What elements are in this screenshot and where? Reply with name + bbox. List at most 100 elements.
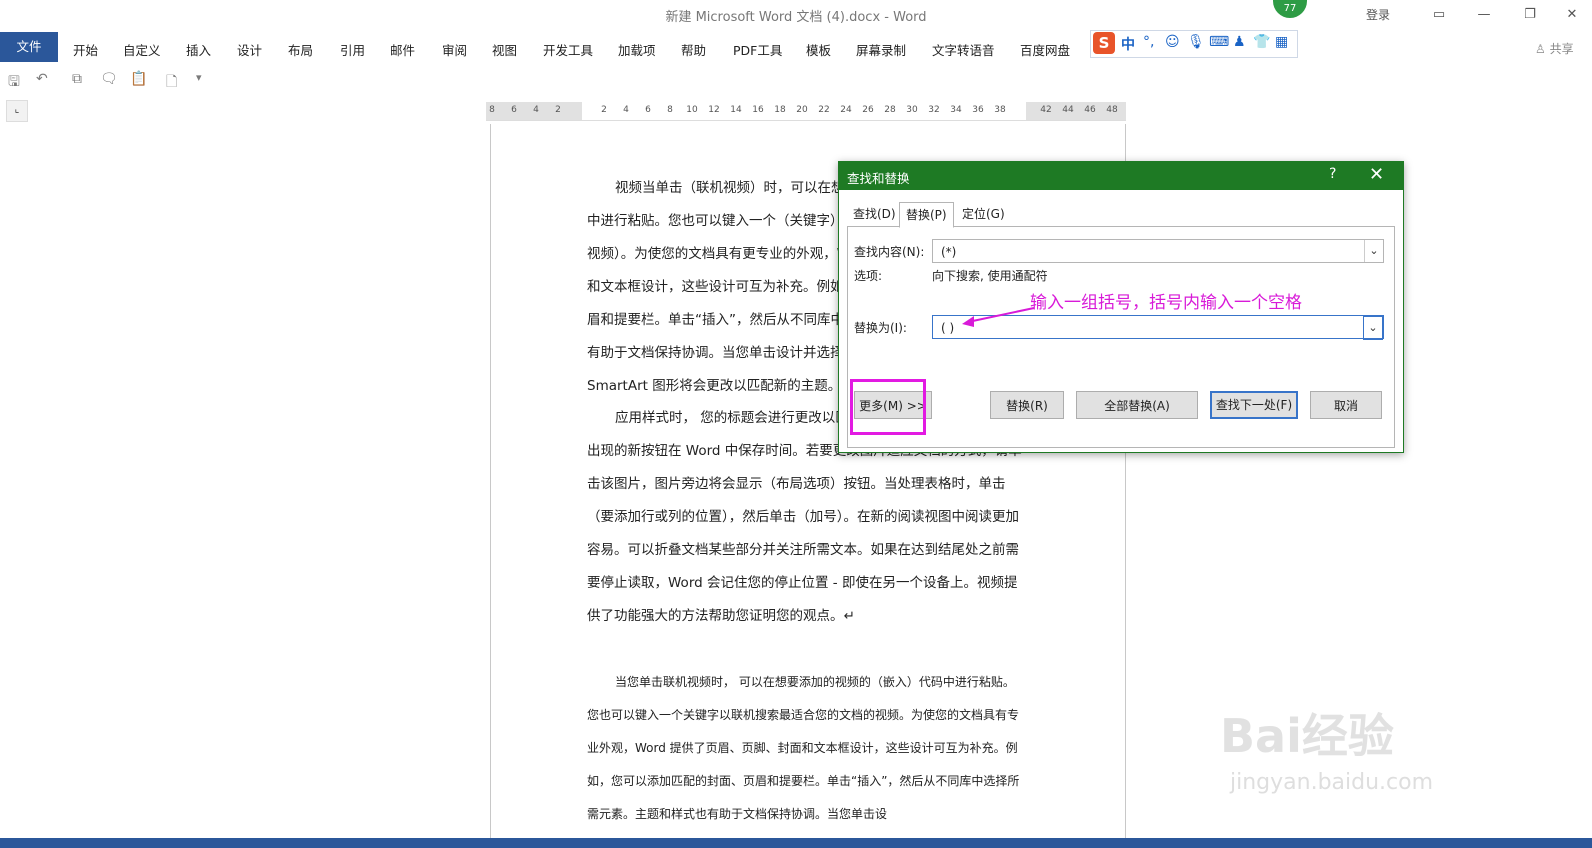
replace-with-label: 替换为(I): (854, 321, 907, 335)
title-bar: 新建 Microsoft Word 文档 (4).docx - Word 77 … (0, 0, 1592, 30)
tab-screen-record[interactable]: 屏幕录制 (856, 40, 906, 59)
ime-toolbar: S 中 °, ☺ 🎙 ⌨ ♟ 👕 ▦ (1090, 30, 1298, 58)
quick-access-toolbar: 🖫 ↶ ⧉ 🗨 📋 🗋 ▾ (0, 68, 260, 92)
ruler-tick-label: 24 (840, 105, 852, 115)
ruler-tick-label: 16 (752, 105, 764, 115)
tab-review[interactable]: 审阅 (442, 40, 467, 59)
ruler-tick-label: 8 (489, 105, 495, 115)
emoji-icon[interactable]: ☺ (1165, 34, 1180, 50)
copy-format-icon[interactable]: ⧉ (72, 71, 82, 87)
ruler-tick-label: 10 (686, 105, 698, 115)
ruler-tick-label: 46 (1084, 105, 1096, 115)
customize-qat-icon[interactable]: ▾ (196, 71, 202, 84)
tab-layout[interactable]: 布局 (288, 40, 313, 59)
options-value: 向下搜索, 使用通配符 (932, 269, 1048, 283)
tab-insert[interactable]: 插入 (186, 40, 211, 59)
grid-menu-icon[interactable]: ▦ (1275, 34, 1288, 50)
chevron-down-icon[interactable]: ⌄ (1363, 316, 1383, 340)
skin-shirt-icon[interactable]: 👕 (1253, 34, 1270, 50)
replace-button[interactable]: 替换(R) (990, 391, 1064, 419)
window-title: 新建 Microsoft Word 文档 (4).docx - Word (665, 10, 927, 25)
tab-custom[interactable]: 自定义 (123, 40, 161, 59)
ruler-tick-label: 2 (555, 105, 561, 115)
find-next-button[interactable]: 查找下一处(F) (1210, 391, 1298, 419)
ruler-tick-label: 4 (533, 105, 539, 115)
replace-all-button[interactable]: 全部替换(A) (1076, 391, 1198, 419)
ruler-tick-label: 14 (730, 105, 742, 115)
find-what-value: (*) (941, 245, 957, 259)
instruction-annotation: 输入一组括号，括号内输入一个空格 (1030, 293, 1302, 313)
annotation-arrow-icon (962, 307, 1035, 327)
tab-help[interactable]: 帮助 (681, 40, 706, 59)
paste-icon[interactable]: 📋 (130, 71, 147, 87)
ruler-tick-label: 22 (818, 105, 830, 115)
tab-mailings[interactable]: 邮件 (390, 40, 415, 59)
ruler-tick-label: 6 (511, 105, 517, 115)
restore-button[interactable]: ❐ (1510, 4, 1550, 26)
ribbon-display-button[interactable]: ▭ (1419, 4, 1459, 26)
tab-text-to-speech[interactable]: 文字转语音 (932, 40, 995, 59)
help-button[interactable]: ? (1329, 166, 1336, 182)
horizontal-ruler[interactable]: 8 6 4 2 2 4 6 8 10 12 14 16 18 20 22 24 … (486, 102, 1126, 121)
tab-templates[interactable]: 模板 (806, 40, 831, 59)
tab-developer[interactable]: 开发工具 (543, 40, 593, 59)
baidu-watermark-logo: Bai经验 (1220, 709, 1394, 763)
tab-file[interactable]: 文件 (0, 32, 58, 62)
tab-home[interactable]: 开始 (73, 40, 98, 59)
save-icon[interactable]: 🖫 (8, 71, 20, 95)
ruler-tick-label: 8 (667, 105, 673, 115)
comment-icon[interactable]: 🗨 (100, 71, 118, 87)
ruler-tick-label: 34 (950, 105, 962, 115)
ruler-tick-label: 2 (601, 105, 607, 115)
ruler-tick-label: 30 (906, 105, 918, 115)
ruler-tick-label: 26 (862, 105, 874, 115)
ime-punct-toggle[interactable]: °, (1143, 34, 1154, 50)
close-window-button[interactable]: ✕ (1552, 4, 1592, 26)
undo-icon[interactable]: ↶ (36, 71, 48, 87)
new-page-icon[interactable]: 🗋 (166, 71, 177, 95)
cancel-button[interactable]: 取消 (1310, 391, 1382, 419)
share-label: 共享 (1549, 42, 1574, 56)
document-paragraph[interactable]: 当您单击联机视频时， 可以在想要添加的视频的（嵌入）代码中进行粘贴。您也可以键入… (587, 666, 1025, 831)
ruler-tick-label: 36 (972, 105, 984, 115)
baidu-watermark-url: jingyan.baidu.com (1230, 770, 1434, 795)
tab-design[interactable]: 设计 (237, 40, 262, 59)
replace-tab-panel: 查找内容(N): (*) ⌄ 选项: 向下搜索, 使用通配符 替换为(I): (… (847, 226, 1395, 448)
signin-button[interactable]: 登录 (1358, 4, 1398, 26)
dialog-title-bar[interactable]: 查找和替换 ? ✕ (839, 162, 1403, 190)
ruler-tick-label: 18 (774, 105, 786, 115)
tab-view[interactable]: 视图 (492, 40, 517, 59)
ruler-tick-label: 12 (708, 105, 720, 115)
find-what-input[interactable]: (*) ⌄ (932, 239, 1384, 263)
find-what-label: 查找内容(N): (854, 245, 925, 259)
ruler-tick-label: 20 (796, 105, 808, 115)
tab-replace[interactable]: 替换(P) (899, 202, 954, 228)
ribbon-tabs: 文件 开始 自定义 插入 设计 布局 引用 邮件 审阅 视图 开发工具 加载项 … (0, 32, 1592, 62)
tab-selector[interactable]: ⌞ (6, 100, 28, 122)
sogou-logo-icon[interactable]: S (1093, 32, 1115, 54)
tab-baidu-netdisk[interactable]: 百度网盘 (1020, 40, 1070, 59)
tab-find[interactable]: 查找(D) (847, 202, 902, 226)
close-dialog-button[interactable]: ✕ (1369, 164, 1384, 185)
dialog-title: 查找和替换 (847, 171, 910, 186)
replace-with-value: ( ) (941, 321, 955, 335)
tab-references[interactable]: 引用 (340, 40, 365, 59)
tab-pdf-tools[interactable]: PDF工具 (733, 40, 782, 59)
keyboard-icon[interactable]: ⌨ (1209, 34, 1229, 50)
microphone-icon[interactable]: 🎙 (1187, 34, 1205, 50)
ruler-tick-label: 32 (928, 105, 940, 115)
ime-mode-toggle[interactable]: 中 (1121, 34, 1135, 54)
highlight-box (850, 379, 926, 435)
tab-addins[interactable]: 加载项 (618, 40, 656, 59)
ruler-tick-label: 48 (1106, 105, 1118, 115)
share-button[interactable]: ♙ 共享 (1535, 40, 1574, 57)
ruler-tick-label: 4 (623, 105, 629, 115)
ruler-tick-label: 42 (1040, 105, 1052, 115)
ruler-tick-label: 44 (1062, 105, 1074, 115)
user-icon: ♙ (1535, 42, 1546, 56)
minimize-button[interactable]: — (1464, 4, 1504, 26)
tab-goto[interactable]: 定位(G) (956, 202, 1011, 226)
chevron-down-icon[interactable]: ⌄ (1364, 240, 1383, 262)
paragraph-text: 当您单击联机视频时， 可以在想要添加的视频的（嵌入）代码中进行粘贴。您也可以键入… (587, 675, 1020, 821)
user-icon[interactable]: ♟ (1233, 34, 1246, 50)
